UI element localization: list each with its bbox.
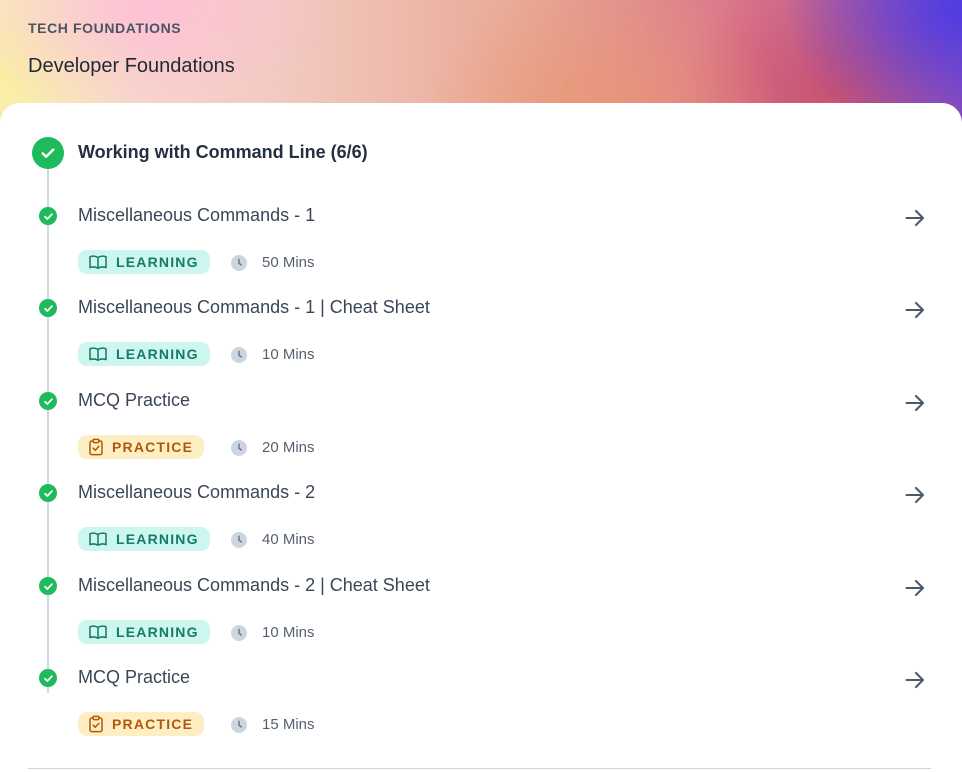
arrow-right-icon[interactable] — [902, 205, 928, 231]
clock-icon — [231, 532, 247, 548]
duration-label: 40 Mins — [262, 531, 315, 548]
arrow-right-icon[interactable] — [902, 667, 928, 693]
badge-label: PRACTICE — [112, 439, 194, 455]
track-name: TECH FOUNDATIONS — [28, 20, 182, 36]
arrow-right-icon[interactable] — [902, 575, 928, 601]
clock-icon — [231, 347, 247, 363]
duration-label: 15 Mins — [262, 716, 315, 733]
list-item-3[interactable]: MCQ Practice PRACTICE 20 Mins — [0, 390, 962, 484]
item-title[interactable]: Miscellaneous Commands - 2 — [78, 482, 315, 503]
check-icon — [39, 392, 57, 410]
duration-label: 50 Mins — [262, 254, 315, 271]
item-title[interactable]: MCQ Practice — [78, 667, 190, 688]
arrow-right-icon[interactable] — [902, 297, 928, 323]
duration-label: 10 Mins — [262, 346, 315, 363]
module-complete-check-icon — [32, 137, 64, 169]
badge-label: LEARNING — [116, 346, 199, 362]
course-title: Developer Foundations — [28, 55, 235, 77]
type-badge: PRACTICE — [78, 712, 205, 736]
check-icon — [39, 577, 57, 595]
arrow-right-icon[interactable] — [902, 390, 928, 416]
arrow-right-icon[interactable] — [902, 482, 928, 508]
item-title[interactable]: Miscellaneous Commands - 1 — [78, 205, 315, 226]
module-title: Working with Command Line (6/6) — [78, 142, 368, 162]
badge-label: LEARNING — [116, 531, 199, 547]
badge-label: PRACTICE — [112, 716, 194, 732]
list-item-6[interactable]: MCQ Practice PRACTICE 15 Mins — [0, 667, 962, 761]
duration-label: 20 Mins — [262, 439, 315, 456]
list-item-2[interactable]: Miscellaneous Commands - 1 | Cheat Sheet… — [0, 297, 962, 391]
clock-icon — [231, 625, 247, 641]
check-icon — [39, 207, 57, 225]
clock-icon — [231, 717, 247, 733]
clock-icon — [231, 255, 247, 271]
type-badge: PRACTICE — [78, 435, 205, 459]
item-title[interactable]: MCQ Practice — [78, 390, 190, 411]
clipboard-check-icon — [88, 438, 104, 456]
type-badge: LEARNING — [78, 527, 210, 551]
list-item-1[interactable]: Miscellaneous Commands - 1 LEARNING 50 M… — [0, 205, 962, 299]
duration-label: 10 Mins — [262, 624, 315, 641]
check-icon — [39, 669, 57, 687]
check-icon — [39, 484, 57, 502]
clipboard-check-icon — [88, 715, 104, 733]
item-title[interactable]: Miscellaneous Commands - 1 | Cheat Sheet — [78, 297, 430, 318]
badge-label: LEARNING — [116, 624, 199, 640]
type-badge: LEARNING — [78, 342, 210, 366]
clock-icon — [231, 440, 247, 456]
type-badge: LEARNING — [78, 250, 210, 274]
book-open-icon — [88, 624, 108, 640]
list-item-4[interactable]: Miscellaneous Commands - 2 LEARNING 40 M… — [0, 482, 962, 576]
check-icon — [39, 299, 57, 317]
book-open-icon — [88, 346, 108, 362]
book-open-icon — [88, 531, 108, 547]
divider — [28, 768, 931, 769]
list-item-5[interactable]: Miscellaneous Commands - 2 | Cheat Sheet… — [0, 575, 962, 669]
item-title[interactable]: Miscellaneous Commands - 2 | Cheat Sheet — [78, 575, 430, 596]
badge-label: LEARNING — [116, 254, 199, 270]
type-badge: LEARNING — [78, 620, 210, 644]
book-open-icon — [88, 254, 108, 270]
